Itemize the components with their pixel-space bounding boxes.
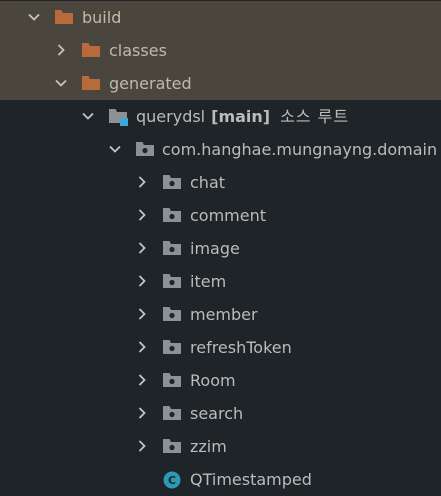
tree-row-package-search[interactable]: search [0,397,441,430]
tree-label-package: zzim [190,437,227,456]
chevron-right-icon[interactable] [54,43,68,57]
chevron-right-icon[interactable] [135,175,149,189]
package-icon [162,404,182,422]
tree-row-domain-package[interactable]: com.hanghae.mungnayng.domain [0,133,441,166]
tree-label-build: build [82,8,122,27]
tree-row-package-item[interactable]: item [0,265,441,298]
tree-label-classes: classes [109,41,167,60]
tree-row-package-zzim[interactable]: zzim [0,430,441,463]
chevron-right-icon[interactable] [135,439,149,453]
chevron-down-icon[interactable] [108,142,122,156]
chevron-right-icon[interactable] [135,208,149,222]
tree-label-generated: generated [109,74,192,93]
chevron-right-icon[interactable] [135,241,149,255]
source-root-folder-icon [108,107,128,126]
tree-label-package: image [190,239,240,258]
tree-row-querydsl[interactable]: querydsl [main] 소스 루트 [0,100,441,133]
class-icon-letter: C [168,474,176,487]
chevron-down-icon[interactable] [27,10,41,24]
tree-label-querydsl: querydsl [main] 소스 루트 [136,107,349,127]
chevron-right-icon[interactable] [135,274,149,288]
chevron-right-icon[interactable] [135,373,149,387]
chevron-down-icon[interactable] [54,76,68,90]
tree-label-package: refreshToken [190,338,292,357]
tree-row-build[interactable]: build [0,1,441,34]
package-icon [162,437,182,455]
chevron-right-icon[interactable] [135,340,149,354]
tree-label-package: member [190,305,258,324]
package-icon [162,338,182,356]
package-icon [162,305,182,323]
chevron-right-icon[interactable] [135,307,149,321]
tree-row-package-member[interactable]: member [0,298,441,331]
package-icon [162,206,182,224]
tree-label-package: item [190,272,227,291]
package-icon [162,239,182,257]
package-icon [162,173,182,191]
source-root-tag: 소스 루트 [280,107,350,126]
tree-label-package: chat [190,173,226,192]
querydsl-name: querydsl [136,107,206,126]
tree-label-package: comment [190,206,267,225]
branch-tag: [main] [211,107,271,126]
tree-label-domain-package: com.hanghae.mungnayng.domain [162,140,438,159]
tree-row-package-refreshtoken[interactable]: refreshToken [0,331,441,364]
tree-row-package-room[interactable]: Room [0,364,441,397]
tree-row-package-chat[interactable]: chat [0,166,441,199]
class-icon: C [162,470,182,489]
tree-row-generated[interactable]: generated [0,67,441,100]
package-icon [162,272,182,290]
folder-excluded-icon [54,8,74,26]
tree-label-class: QTimestamped [190,470,312,489]
tree-label-package: Room [190,371,236,390]
package-icon [135,140,155,158]
tree-row-classes[interactable]: classes [0,34,441,67]
tree-row-package-comment[interactable]: comment [0,199,441,232]
project-tree: build classes generated querydsl [main] 소스… [0,0,441,493]
tree-label-package: search [190,404,244,423]
tree-row-class-qtimestamped[interactable]: C QTimestamped [0,463,441,496]
folder-excluded-icon [81,74,101,92]
chevron-right-icon[interactable] [135,406,149,420]
chevron-down-icon[interactable] [81,109,95,123]
package-icon [162,371,182,389]
tree-row-package-image[interactable]: image [0,232,441,265]
folder-excluded-icon [81,41,101,59]
